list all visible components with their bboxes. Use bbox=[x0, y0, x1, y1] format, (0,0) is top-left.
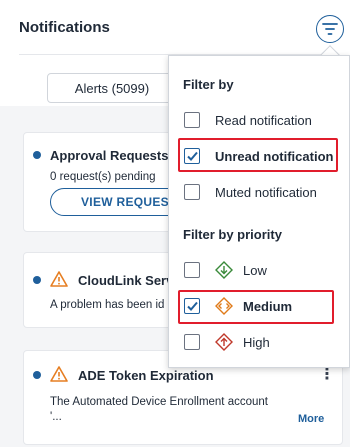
filter-option-unread[interactable]: Unread notification bbox=[169, 141, 350, 171]
filter-icon bbox=[322, 23, 338, 35]
checkmark-icon bbox=[186, 301, 198, 311]
checkbox-muted[interactable] bbox=[184, 184, 200, 200]
option-label: Medium bbox=[243, 299, 293, 314]
priority-option-low[interactable]: Low bbox=[169, 255, 350, 285]
medium-priority-icon bbox=[215, 297, 233, 315]
card-text-continued: '... bbox=[50, 411, 62, 423]
low-priority-icon bbox=[215, 261, 233, 279]
unread-dot bbox=[33, 151, 41, 159]
checkbox-low[interactable] bbox=[184, 262, 200, 278]
priority-option-high[interactable]: High bbox=[169, 327, 350, 357]
checkbox-medium[interactable] bbox=[184, 298, 200, 314]
card-text: A problem has been id bbox=[50, 299, 165, 311]
unread-dot bbox=[33, 371, 41, 379]
checkmark-icon bbox=[186, 151, 198, 161]
priority-option-medium[interactable]: Medium bbox=[169, 291, 350, 321]
option-label: Unread notification bbox=[215, 149, 334, 164]
card-title: ADE Token Expiration bbox=[78, 368, 214, 383]
high-priority-icon bbox=[215, 333, 233, 351]
card-title: Approval Requests bbox=[50, 148, 169, 163]
filter-dropdown: Filter by Read notification Unread notif… bbox=[168, 55, 350, 368]
checkbox-unread[interactable] bbox=[184, 148, 200, 164]
header: Notifications bbox=[0, 0, 350, 56]
option-label: Muted notification bbox=[215, 185, 317, 200]
filter-by-heading: Filter by bbox=[183, 77, 234, 92]
filter-by-priority-heading: Filter by priority bbox=[183, 227, 282, 242]
filter-button[interactable] bbox=[316, 15, 344, 43]
card-text: 0 request(s) pending bbox=[50, 171, 156, 183]
checkbox-high[interactable] bbox=[184, 334, 200, 350]
warning-icon bbox=[50, 271, 68, 287]
tab-alerts[interactable]: Alerts (5099) bbox=[47, 73, 177, 103]
more-link[interactable]: More bbox=[298, 413, 324, 425]
page-title: Notifications bbox=[19, 19, 110, 36]
option-label: Low bbox=[243, 263, 267, 278]
card-title: CloudLink Serv bbox=[78, 273, 174, 288]
option-label: Read notification bbox=[215, 113, 312, 128]
filter-option-read[interactable]: Read notification bbox=[169, 105, 350, 135]
notifications-panel: Notifications Alerts (5099) Approval Req… bbox=[0, 0, 350, 447]
warning-icon bbox=[50, 366, 68, 382]
filter-option-muted[interactable]: Muted notification bbox=[169, 177, 350, 207]
card-text: The Automated Device Enrollment account bbox=[50, 396, 268, 408]
option-label: High bbox=[243, 335, 270, 350]
unread-dot bbox=[33, 276, 41, 284]
checkbox-read[interactable] bbox=[184, 112, 200, 128]
